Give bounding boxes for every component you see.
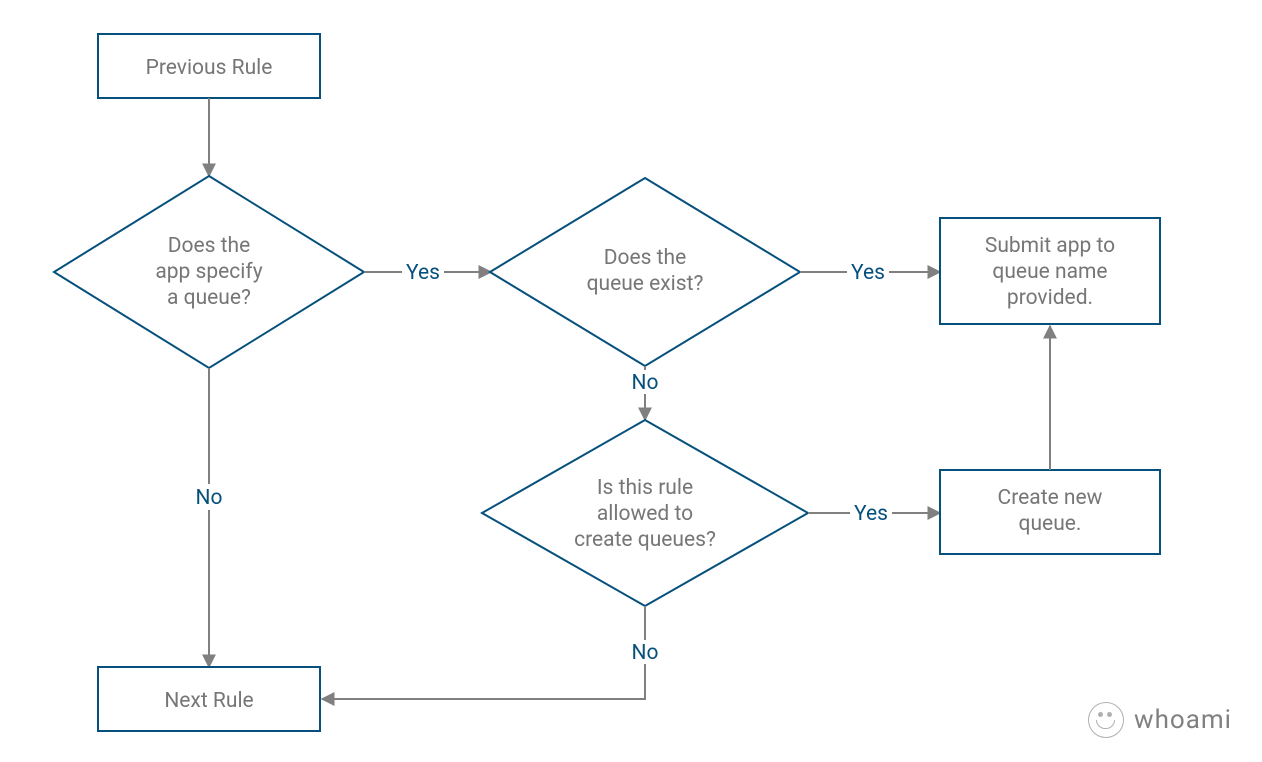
node-decision-rule-allowed: Is this rule allowed to create queues? [482,420,808,606]
edge-d1-yes: Yes Yes [364,258,491,285]
node-d1-l2: app specify [155,260,262,284]
node-decision-queue-exist: Does the queue exist? [490,178,800,366]
node-d1-l3: a queue? [167,286,251,310]
node-d1-l1: Does the [168,234,251,258]
edge-d2-no: No [628,366,662,420]
svg-text:Yes: Yes [406,261,440,285]
edge-d3-no-label: No [632,641,659,665]
wechat-icon [1088,702,1124,738]
edge-d2-no-label: No [632,371,659,395]
node-d2-l1: Does the [604,246,687,270]
node-submit-l1: Submit app to [985,234,1115,258]
edge-d3-no: No [322,606,663,699]
node-submit-l2: queue name [992,260,1107,284]
node-previous-rule-label: Previous Rule [146,56,273,80]
node-d3-l1: Is this rule [597,476,693,500]
edge-d2-yes: Yes [800,258,940,285]
node-d3-l3: create queues? [574,528,716,552]
edge-d1-no-label: No [196,486,223,510]
node-next-rule: Next Rule [98,667,320,731]
edge-d2-yes-label: Yes [851,261,885,285]
flowchart-canvas: Previous Rule Does the app specify a que… [0,0,1262,762]
node-d2-l2: queue exist? [587,272,704,296]
node-create-queue: Create new queue. [940,470,1160,554]
node-next-rule-label: Next Rule [164,689,253,713]
watermark: whoami [1088,702,1232,738]
node-d3-l2: allowed to [597,502,693,526]
edge-d3-yes: Yes [808,500,940,526]
edge-d1-no: No [190,368,228,667]
node-submit-app: Submit app to queue name provided. [940,218,1160,324]
watermark-text: whoami [1134,705,1232,735]
edge-d3-yes-label: Yes [854,502,888,526]
node-create-l1: Create new [998,486,1103,510]
node-decision-app-specify: Does the app specify a queue? [54,176,364,368]
node-submit-l3: provided. [1007,286,1093,310]
node-create-l2: queue. [1019,512,1082,536]
node-previous-rule: Previous Rule [98,34,320,98]
